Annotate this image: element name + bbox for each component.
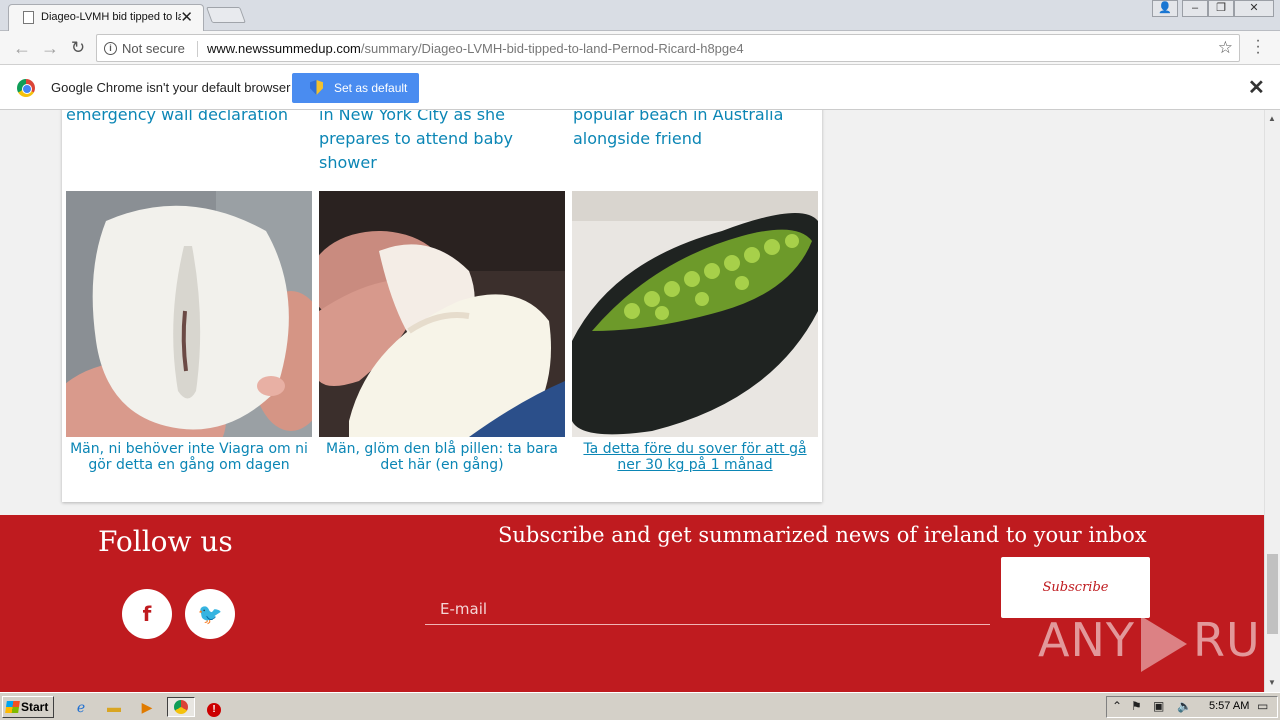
minimize-icon[interactable]: – (1182, 0, 1208, 17)
divider (197, 41, 198, 57)
subscribe-button[interactable]: Subscribe (1001, 557, 1150, 618)
volume-icon[interactable]: 🔈 (1177, 699, 1192, 713)
url-text[interactable]: www.newssummedup.com/summary/Diageo-LVMH… (207, 41, 744, 56)
url-path: /summary/Diageo-LVMH-bid-tipped-to-land-… (360, 41, 744, 56)
ad-caption-link[interactable]: Män, glöm den blå pillen: ta bara det hä… (319, 441, 565, 473)
watermark-left: ANY (1038, 613, 1135, 667)
bookmark-star-icon[interactable]: ☆ (1218, 38, 1233, 58)
ad-caption-link[interactable]: Män, ni behöver inte Viagra om ni gör de… (66, 441, 312, 473)
article-link[interactable]: in New York City as she prepares to atte… (319, 110, 569, 175)
email-field[interactable] (425, 593, 990, 625)
vertical-scrollbar[interactable]: ▲ ▼ (1264, 110, 1280, 692)
infobar-message: Google Chrome isn't your default browser (51, 80, 291, 95)
start-button[interactable]: Start (2, 696, 54, 718)
subscribe-heading: Subscribe and get summarized news of ire… (498, 523, 1147, 547)
new-tab-button[interactable] (206, 7, 246, 23)
anyrun-watermark: ANY RUN (1038, 613, 1264, 672)
address-bar[interactable]: i Not secure www.newssummedup.com/summar… (96, 34, 1240, 62)
chrome-taskbar-icon[interactable] (167, 697, 195, 717)
twitter-icon[interactable]: 🐦 (185, 589, 235, 639)
site-footer: Follow us f 🐦 Subscribe and get summariz… (0, 515, 1264, 692)
system-tray: ⌃ ⚑ ▣ 🔈 ▭ (1106, 696, 1278, 718)
browser-tab-strip: Diageo-LVMH bid tipped to la ✕ 👤 – ❐ ✕ (0, 0, 1280, 31)
watermark-right: RUN (1192, 613, 1264, 667)
ad-thumbnail[interactable] (66, 191, 312, 437)
default-browser-infobar: Google Chrome isn't your default browser… (0, 65, 1280, 110)
page-viewport: emergency wall declaration in New York C… (0, 110, 1264, 692)
uac-shield-icon (310, 80, 323, 95)
follow-us-heading: Follow us (98, 525, 233, 558)
internet-explorer-icon[interactable]: ℯ (70, 697, 92, 717)
set-as-default-label: Set as default (334, 81, 408, 95)
back-arrow-icon[interactable]: ← (10, 36, 34, 60)
scrollbar-thumb[interactable] (1267, 554, 1278, 634)
url-host: www.newssummedup.com (207, 41, 361, 56)
flag-icon[interactable]: ⚑ (1131, 699, 1142, 713)
show-desktop-icon[interactable]: ▭ (1257, 699, 1268, 713)
info-icon[interactable]: i (104, 42, 117, 55)
ad-thumbnail[interactable] (572, 191, 818, 437)
page-icon (23, 11, 34, 24)
forward-arrow-icon[interactable]: → (38, 36, 62, 60)
reload-icon[interactable]: ↻ (66, 36, 90, 60)
scroll-up-icon[interactable]: ▲ (1268, 114, 1276, 123)
ad-image (66, 191, 312, 437)
folder-icon[interactable]: ▬ (103, 697, 125, 717)
stop-icon-glyph: ! (207, 703, 221, 717)
media-player-icon[interactable]: ▶ (136, 697, 158, 717)
restore-icon[interactable]: ❐ (1208, 0, 1234, 17)
chrome-logo-icon (17, 79, 35, 97)
ad-image (572, 191, 818, 437)
sponsored-content-card: emergency wall declaration in New York C… (62, 110, 822, 502)
tab-title: Diageo-LVMH bid tipped to la (41, 11, 181, 23)
infobar-close-icon[interactable]: ✕ (1248, 75, 1265, 100)
article-link[interactable]: popular beach in Australia alongside fri… (573, 110, 813, 151)
browser-toolbar: ← → ↻ i Not secure www.newssummedup.com/… (0, 31, 1280, 65)
chrome-menu-icon[interactable]: · · · (1254, 33, 1262, 61)
windows-taskbar: Start ℯ ▬ ▶ ! ⌃ ⚑ ▣ 🔈 ▭ 5:57 AM (0, 692, 1280, 720)
set-as-default-button[interactable]: Set as default (292, 73, 419, 103)
window-close-icon[interactable]: ✕ (1234, 0, 1274, 17)
play-icon (1140, 615, 1187, 672)
scroll-down-icon[interactable]: ▼ (1268, 678, 1276, 687)
ad-caption-link[interactable]: Ta detta före du sover för att gå ner 30… (572, 441, 818, 473)
facebook-icon[interactable]: f (122, 589, 172, 639)
ad-thumbnail[interactable] (319, 191, 565, 437)
stop-icon[interactable]: ! (203, 697, 225, 717)
windows-logo-icon (5, 701, 20, 713)
chrome-logo-icon (174, 700, 188, 714)
network-icon[interactable]: ▣ (1153, 699, 1164, 713)
article-link[interactable]: emergency wall declaration (66, 110, 306, 127)
browser-tab[interactable]: Diageo-LVMH bid tipped to la ✕ (8, 4, 204, 31)
tab-close-icon[interactable]: ✕ (180, 8, 193, 26)
security-label[interactable]: Not secure (122, 41, 185, 56)
ad-image (319, 191, 565, 437)
window-controls: – ❐ ✕ (1182, 0, 1274, 18)
tray-expand-icon[interactable]: ⌃ (1112, 699, 1122, 713)
start-label: Start (21, 700, 49, 714)
profile-icon[interactable]: 👤 (1152, 0, 1178, 17)
clock: 5:57 AM (1209, 700, 1250, 712)
